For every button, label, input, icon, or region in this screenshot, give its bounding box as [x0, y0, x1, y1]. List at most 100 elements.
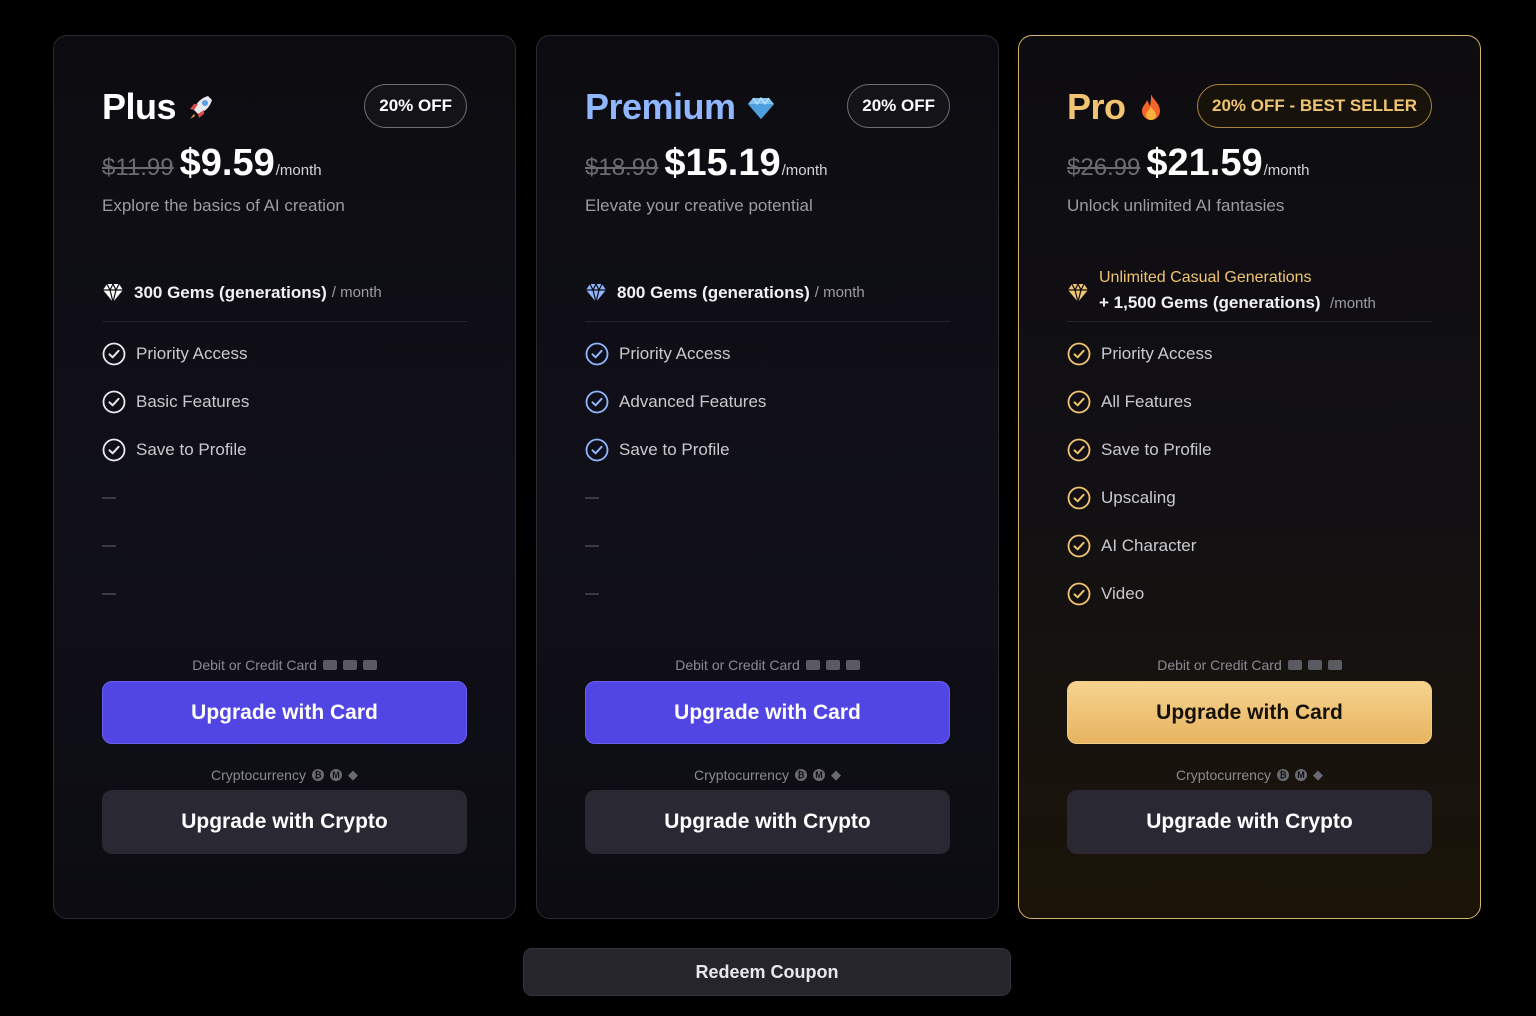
- fire-icon: [1141, 94, 1160, 120]
- monero-icon: M: [812, 769, 825, 781]
- ethereum-icon: ◆: [1312, 767, 1323, 782]
- visa-icon: [825, 660, 840, 670]
- gems-unit: / month: [331, 284, 382, 301]
- empty-feature-slot: [585, 522, 950, 570]
- gems-count: + 1,500 Gems (generations): [1099, 292, 1321, 312]
- feature-label: Save to Profile: [136, 440, 247, 459]
- gems-details: Unlimited Casual Generations + 1,500 Gem…: [1099, 269, 1376, 313]
- payment-options: Debit or Credit Card Upgrade with Card C…: [1067, 656, 1432, 854]
- current-price: $21.59: [1146, 142, 1263, 184]
- feature-label: Priority Access: [136, 344, 248, 363]
- check-circle-icon: [1067, 390, 1091, 414]
- crypto-payment-label: Cryptocurrency ₿ M ◆: [585, 766, 950, 784]
- gems-unit: /month: [1330, 294, 1376, 312]
- price-row: $11.99 $9.59 /month: [102, 142, 467, 186]
- check-circle-icon: [1067, 486, 1091, 510]
- card-brand-icon: [1287, 660, 1302, 670]
- dash-placeholder: [102, 497, 116, 499]
- gems-allowance: 300 Gems (generations) / month: [102, 264, 467, 322]
- monero-icon: M: [1294, 769, 1307, 781]
- card-payment-label: Debit or Credit Card: [1067, 656, 1432, 674]
- ethereum-icon: ◆: [347, 767, 358, 782]
- check-circle-icon: [102, 342, 126, 366]
- dash-placeholder: [102, 593, 116, 595]
- visa-icon: [1307, 660, 1322, 670]
- feature-item: Upscaling: [1067, 474, 1432, 522]
- plan-card-pro: Pro 20% OFF - BEST SELLER $26.99 $21.59 …: [1018, 35, 1481, 919]
- check-circle-icon: [1067, 534, 1091, 558]
- unlimited-generations: Unlimited Casual Generations: [1099, 268, 1312, 286]
- feature-label: AI Character: [1101, 536, 1197, 555]
- feature-label: Save to Profile: [1101, 440, 1212, 459]
- dash-placeholder: [585, 593, 599, 595]
- card-label-text: Debit or Credit Card: [675, 657, 800, 673]
- plan-name: Premium: [585, 86, 736, 127]
- plan-title: Pro: [1067, 86, 1166, 128]
- mastercard-icon: [845, 660, 860, 670]
- upgrade-with-card-button[interactable]: Upgrade with Card: [1067, 681, 1432, 744]
- check-circle-icon: [585, 342, 609, 366]
- check-circle-icon: [1067, 438, 1091, 462]
- feature-item: Advanced Features: [585, 378, 950, 426]
- upgrade-with-crypto-button[interactable]: Upgrade with Crypto: [585, 790, 950, 854]
- visa-icon: [342, 660, 357, 670]
- dash-placeholder: [585, 497, 599, 499]
- gems-count: 800 Gems (generations): [617, 282, 810, 302]
- bitcoin-icon: ₿: [794, 769, 807, 781]
- rocket-icon: [190, 96, 213, 119]
- feature-item: Save to Profile: [1067, 426, 1432, 474]
- price-row: $18.99 $15.19 /month: [585, 142, 950, 186]
- check-circle-icon: [102, 390, 126, 414]
- discount-badge: 20% OFF: [847, 84, 950, 128]
- empty-feature-slot: [102, 522, 467, 570]
- empty-feature-slot: [585, 474, 950, 522]
- current-price: $15.19: [664, 142, 781, 184]
- gem-icon: [103, 282, 123, 302]
- check-circle-icon: [585, 390, 609, 414]
- plan-header: Pro 20% OFF - BEST SELLER: [1067, 84, 1432, 132]
- crypto-label-text: Cryptocurrency: [1176, 767, 1271, 783]
- redeem-coupon-button[interactable]: Redeem Coupon: [523, 948, 1011, 996]
- payment-options: Debit or Credit Card Upgrade with Card C…: [102, 656, 467, 854]
- feature-label: Upscaling: [1101, 488, 1176, 507]
- upgrade-with-crypto-button[interactable]: Upgrade with Crypto: [102, 790, 467, 854]
- plan-card-plus: Plus 20% OFF $11.99 $9.59 /month Explore…: [53, 35, 516, 919]
- gems-allowance: Unlimited Casual Generations + 1,500 Gem…: [1067, 264, 1432, 322]
- upgrade-with-card-button[interactable]: Upgrade with Card: [102, 681, 467, 744]
- feature-list: Priority Access All Features Save to Pro…: [1067, 330, 1432, 618]
- card-payment-label: Debit or Credit Card: [102, 656, 467, 674]
- feature-list: Priority Access Basic Features Save to P…: [102, 330, 467, 618]
- discount-badge: 20% OFF: [364, 84, 467, 128]
- card-label-text: Debit or Credit Card: [1157, 657, 1282, 673]
- card-label-text: Debit or Credit Card: [192, 657, 317, 673]
- feature-label: Advanced Features: [619, 392, 767, 411]
- price-period: /month: [1263, 162, 1310, 179]
- discount-badge: 20% OFF - BEST SELLER: [1197, 84, 1432, 128]
- ethereum-icon: ◆: [830, 767, 841, 782]
- old-price: $26.99: [1067, 154, 1141, 181]
- upgrade-with-crypto-button[interactable]: Upgrade with Crypto: [1067, 790, 1432, 854]
- price-period: /month: [781, 162, 828, 179]
- card-brand-icon: [322, 660, 337, 670]
- plan-title: Premium: [585, 86, 776, 128]
- crypto-label-text: Cryptocurrency: [694, 767, 789, 783]
- check-circle-icon: [1067, 582, 1091, 606]
- feature-label: Video: [1101, 584, 1145, 603]
- card-payment-label: Debit or Credit Card: [585, 656, 950, 674]
- plan-header: Premium 20% OFF: [585, 84, 950, 132]
- check-circle-icon: [585, 438, 609, 462]
- plan-card-premium: Premium 20% OFF $18.99 $15.19 /month Ele…: [536, 35, 999, 919]
- bitcoin-icon: ₿: [311, 769, 324, 781]
- empty-feature-slot: [102, 570, 467, 618]
- price-row: $26.99 $21.59 /month: [1067, 142, 1432, 186]
- upgrade-with-card-button[interactable]: Upgrade with Card: [585, 681, 950, 744]
- check-circle-icon: [102, 438, 126, 462]
- plan-title: Plus: [102, 86, 216, 128]
- price-period: /month: [275, 162, 322, 179]
- old-price: $18.99: [585, 154, 659, 181]
- diamond-icon: [747, 96, 774, 119]
- plan-tagline: Elevate your creative potential: [585, 196, 813, 215]
- feature-item: Basic Features: [102, 378, 467, 426]
- check-circle-icon: [1067, 342, 1091, 366]
- feature-item: Priority Access: [1067, 330, 1432, 378]
